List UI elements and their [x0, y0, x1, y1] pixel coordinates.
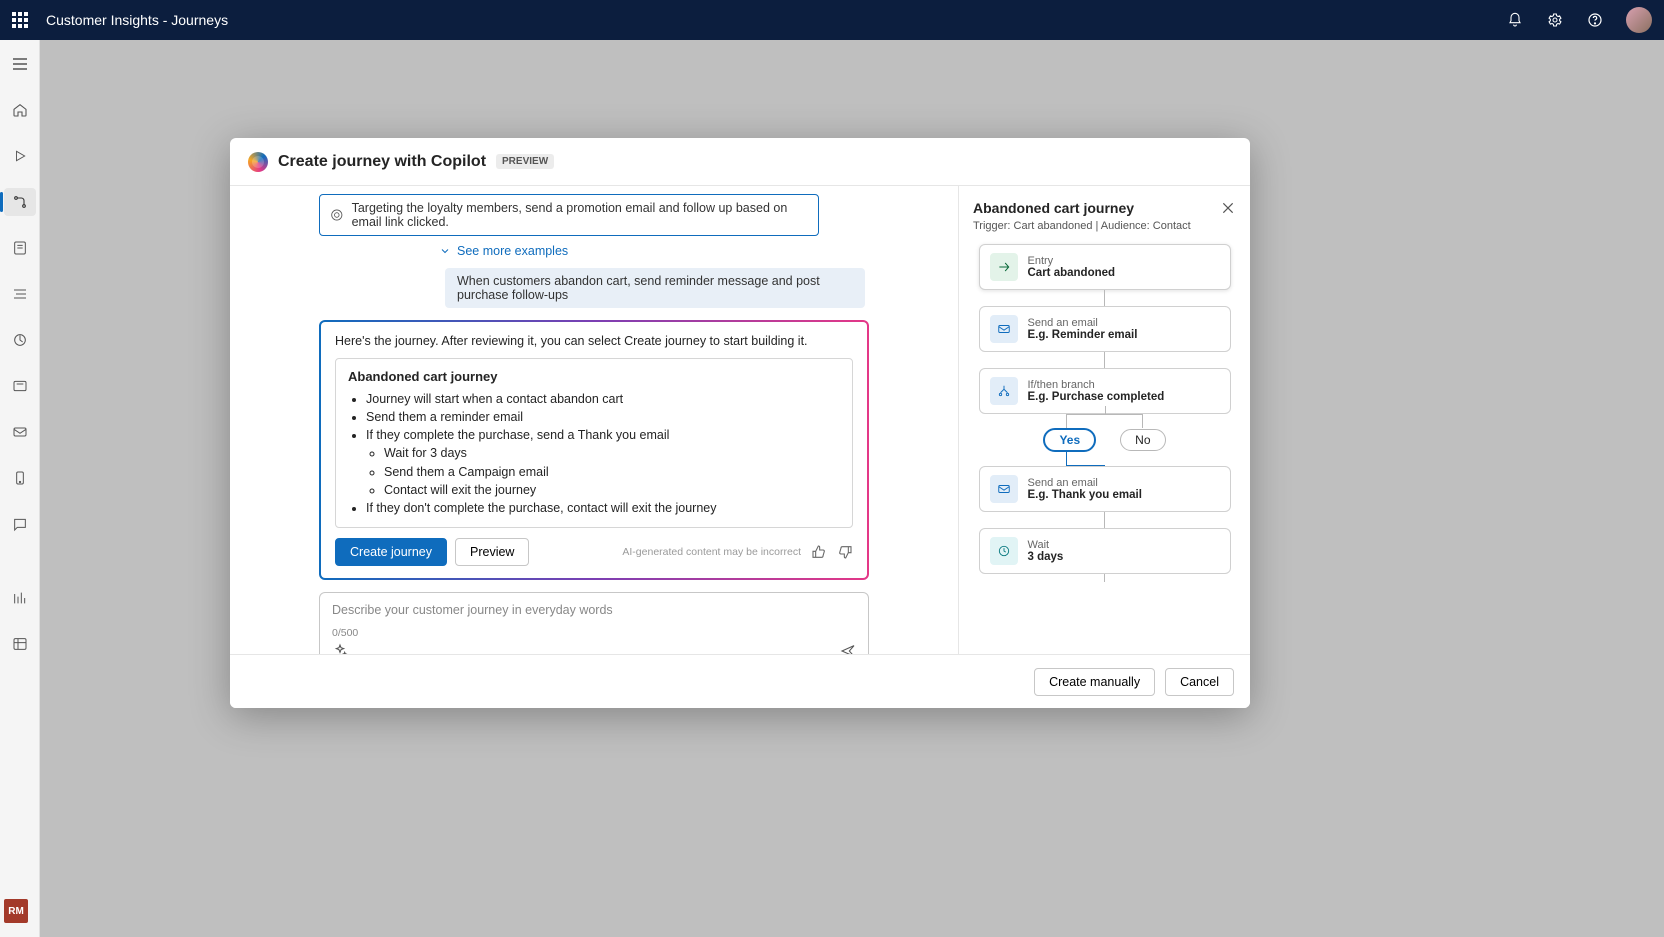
copilot-icon [248, 152, 268, 172]
prompt-input-card[interactable]: Describe your customer journey in everyd… [319, 592, 869, 654]
prompt-char-counter: 0/500 [332, 627, 856, 639]
flow-node-email-2[interactable]: Send an email E.g. Thank you email [979, 466, 1231, 512]
wait-icon [990, 537, 1018, 565]
flow-node-wait[interactable]: Wait 3 days [979, 528, 1231, 574]
journey-summary-box: Abandoned cart journey Journey will star… [335, 358, 853, 528]
notifications-icon[interactable] [1506, 11, 1524, 29]
avatar[interactable] [1626, 7, 1652, 33]
nav-hamburger[interactable] [4, 50, 36, 78]
nav-item-11[interactable] [4, 510, 36, 538]
journey-summary-title: Abandoned cart journey [348, 369, 840, 384]
flow-node-email-1[interactable]: Send an email E.g. Reminder email [979, 306, 1231, 352]
chevron-down-icon [439, 245, 451, 257]
email-icon [990, 315, 1018, 343]
preview-subtitle: Trigger: Cart abandoned | Audience: Cont… [973, 220, 1236, 232]
email-icon [990, 475, 1018, 503]
modal-footer: Create manually Cancel [230, 654, 1250, 708]
thumbs-down-icon[interactable] [837, 544, 853, 560]
create-journey-button[interactable]: Create journey [335, 538, 447, 566]
close-icon[interactable] [1220, 200, 1236, 216]
nav-rail: RM [0, 40, 40, 937]
nav-item-13[interactable] [4, 630, 36, 658]
ai-disclaimer: AI-generated content may be incorrect [622, 546, 801, 558]
create-manually-button[interactable]: Create manually [1034, 668, 1155, 696]
preview-badge: PREVIEW [496, 154, 554, 169]
branch-no-pill[interactable]: No [1120, 429, 1165, 451]
help-icon[interactable] [1586, 11, 1604, 29]
modal-title: Create journey with Copilot [278, 153, 486, 171]
nav-item-8[interactable] [4, 372, 36, 400]
flow-node-entry[interactable]: Entry Cart abandoned [979, 244, 1231, 290]
settings-icon[interactable] [1546, 11, 1564, 29]
branch-icon [990, 377, 1018, 405]
prompt-input-placeholder: Describe your customer journey in everyd… [332, 603, 856, 617]
see-more-examples-link[interactable]: See more examples [435, 236, 568, 268]
ai-response-card: Here's the journey. After reviewing it, … [319, 320, 869, 580]
nav-journeys[interactable] [4, 188, 36, 216]
thumbs-up-icon[interactable] [811, 544, 827, 560]
branch-yes-pill[interactable]: Yes [1043, 428, 1096, 452]
send-icon[interactable] [840, 643, 856, 654]
nav-home[interactable] [4, 96, 36, 124]
nav-persona-badge[interactable]: RM [4, 899, 28, 923]
app-title: Customer Insights - Journeys [46, 12, 228, 28]
app-launcher-icon[interactable] [12, 12, 28, 28]
sparkle-icon[interactable] [332, 643, 348, 654]
cancel-button[interactable]: Cancel [1165, 668, 1234, 696]
copilot-conversation: Targeting the loyalty members, send a pr… [230, 186, 958, 654]
preview-button[interactable]: Preview [455, 538, 529, 566]
nav-item-12[interactable] [4, 584, 36, 612]
user-message-bubble: When customers abandon cart, send remind… [445, 268, 865, 308]
ai-intro-text: Here's the journey. After reviewing it, … [335, 334, 853, 348]
nav-item-5[interactable] [4, 234, 36, 262]
nav-item-9[interactable] [4, 418, 36, 446]
nav-play[interactable] [4, 142, 36, 170]
preview-title: Abandoned cart journey [973, 200, 1236, 216]
create-journey-modal: Create journey with Copilot PREVIEW Targ… [230, 138, 1250, 708]
nav-item-7[interactable] [4, 326, 36, 354]
entry-icon [990, 253, 1018, 281]
modal-header: Create journey with Copilot PREVIEW [230, 138, 1250, 186]
example-prompt-chip[interactable]: Targeting the loyalty members, send a pr… [319, 194, 819, 236]
topbar: Customer Insights - Journeys [0, 0, 1664, 40]
nav-item-10[interactable] [4, 464, 36, 492]
target-icon [330, 207, 344, 223]
nav-item-6[interactable] [4, 280, 36, 308]
journey-preview-panel: Abandoned cart journey Trigger: Cart aba… [958, 186, 1250, 654]
